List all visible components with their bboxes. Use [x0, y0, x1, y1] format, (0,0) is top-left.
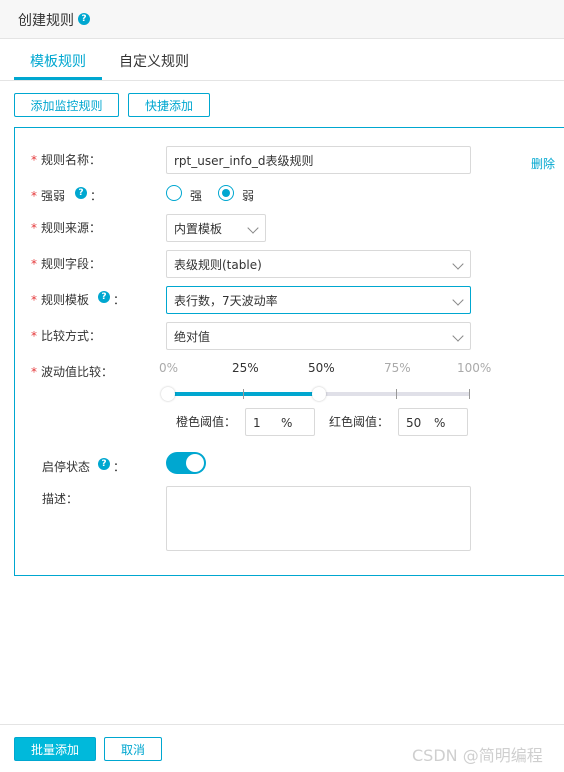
strength-label: * 强弱 — [31, 189, 66, 203]
orange-threshold-label: 橙色阈值： — [176, 415, 237, 429]
rule-field-select[interactable]: 表级规则(table) — [166, 250, 471, 278]
toggle-knob — [186, 454, 204, 472]
red-threshold-input[interactable]: 50% — [398, 408, 468, 436]
tab-template-rules[interactable]: 模板规则 — [30, 51, 86, 71]
rule-template-select[interactable]: 表行数，7天波动率 — [166, 286, 471, 314]
slider-handle-low[interactable] — [161, 387, 175, 401]
strength-help-icon[interactable]: ? — [75, 187, 87, 199]
tick-50: 50% — [308, 361, 335, 375]
chevron-down-icon — [452, 330, 464, 342]
chevron-down-icon — [452, 258, 464, 270]
red-threshold-label: 红色阈值： — [329, 415, 390, 429]
rule-name-input[interactable]: rpt_user_info_d表级规则 — [166, 146, 471, 174]
compare-method-label: * 比较方式： — [31, 329, 102, 343]
compare-method-select[interactable]: 绝对值 — [166, 322, 471, 350]
watermark: CSDN @简明编程 — [412, 746, 543, 765]
active-tab-indicator — [14, 77, 102, 80]
rule-name-label: * 规则名称： — [31, 153, 102, 167]
status-colon: ： — [113, 460, 126, 474]
dialog-title: 创建规则 — [18, 13, 74, 29]
rule-source-select[interactable]: 内置模板 — [166, 214, 266, 242]
orange-threshold-input[interactable]: 1% — [245, 408, 315, 436]
cancel-button[interactable]: 取消 — [104, 737, 162, 761]
status-label: 启停状态 — [42, 460, 91, 474]
radio-strong[interactable] — [166, 185, 182, 201]
chevron-down-icon — [452, 294, 464, 306]
status-toggle[interactable] — [166, 452, 206, 474]
tick-75: 75% — [384, 361, 411, 375]
rule-field-label: * 规则字段： — [31, 257, 102, 271]
tick-0: 0% — [159, 361, 179, 375]
rule-tabs: 模板规则 自定义规则 — [0, 39, 564, 81]
slider-handle-high[interactable] — [312, 387, 326, 401]
strength-colon: ： — [90, 189, 103, 203]
rule-template-colon: ： — [113, 293, 126, 307]
slider-mark-75 — [396, 389, 397, 399]
batch-add-button[interactable]: 批量添加 — [14, 737, 96, 761]
quick-add-button[interactable]: 快捷添加 — [128, 93, 210, 117]
tab-custom-rules[interactable]: 自定义规则 — [119, 51, 189, 71]
fluctuation-label: * 波动值比较： — [31, 365, 114, 379]
description-label: 描述： — [42, 492, 79, 506]
tick-100: 100% — [457, 361, 492, 375]
status-help-icon[interactable]: ? — [98, 458, 110, 470]
slider-mark-100 — [469, 389, 470, 399]
dialog-header: 创建规则 ? — [0, 0, 564, 39]
chevron-down-icon — [247, 222, 259, 234]
template-help-icon[interactable]: ? — [98, 291, 110, 303]
radio-weak-label: 弱 — [242, 189, 255, 203]
add-monitor-rule-button[interactable]: 添加监控规则 — [14, 93, 119, 117]
question-circle-icon[interactable]: ? — [78, 13, 90, 25]
radio-strong-label: 强 — [190, 189, 203, 203]
tick-25: 25% — [232, 361, 259, 375]
rule-template-label: * 规则模板 — [31, 293, 90, 307]
radio-weak[interactable] — [218, 185, 234, 201]
slider-mark-25 — [243, 389, 244, 399]
rule-source-label: * 规则来源： — [31, 221, 102, 235]
description-textarea[interactable] — [166, 486, 471, 551]
delete-link[interactable]: 删除 — [531, 155, 555, 172]
